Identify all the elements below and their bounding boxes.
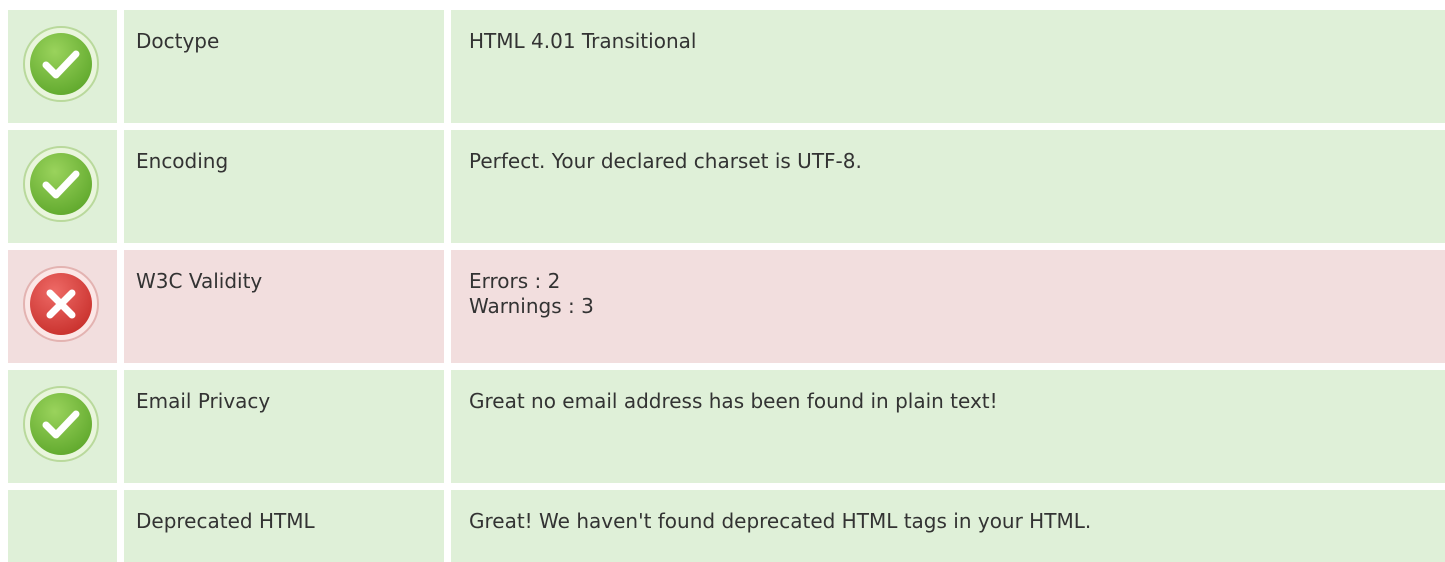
result-row-deprecated-html: Deprecated HTML Great! We haven't found … (8, 490, 1445, 562)
check-name: W3C Validity (136, 269, 263, 293)
check-name-cell: Email Privacy (124, 370, 444, 483)
check-value-cell: Errors : 2 Warnings : 3 (451, 250, 1445, 363)
result-row-email-privacy: Email Privacy Great no email address has… (8, 370, 1445, 483)
result-row-doctype: Doctype HTML 4.01 Transitional (8, 10, 1445, 123)
check-circle-icon (22, 145, 100, 223)
check-name: Deprecated HTML (136, 509, 315, 533)
check-name: Doctype (136, 29, 220, 53)
check-value: Great no email address has been found in… (469, 389, 998, 413)
error-circle-icon (22, 265, 100, 343)
check-value: Great! We haven't found deprecated HTML … (469, 509, 1092, 533)
result-row-w3c-validity: W3C Validity Errors : 2 Warnings : 3 (8, 250, 1445, 363)
check-value-cell: Great! We haven't found deprecated HTML … (451, 490, 1445, 562)
check-value-warnings: Warnings : 3 (469, 294, 594, 318)
check-value: HTML 4.01 Transitional (469, 29, 697, 53)
check-name-cell: W3C Validity (124, 250, 444, 363)
check-name: Encoding (136, 149, 229, 173)
status-cell (8, 250, 117, 363)
check-name-cell: Doctype (124, 10, 444, 123)
check-circle-icon (22, 25, 100, 103)
status-cell (8, 130, 117, 243)
check-value-cell: Great no email address has been found in… (451, 370, 1445, 483)
check-name-cell: Encoding (124, 130, 444, 243)
check-value-errors: Errors : 2 (469, 269, 561, 293)
check-name-cell: Deprecated HTML (124, 490, 444, 562)
status-cell (8, 490, 117, 562)
check-value-cell: Perfect. Your declared charset is UTF-8. (451, 130, 1445, 243)
check-circle-icon (22, 385, 100, 463)
result-row-encoding: Encoding Perfect. Your declared charset … (8, 130, 1445, 243)
check-name: Email Privacy (136, 389, 271, 413)
status-cell (8, 370, 117, 483)
check-value: Perfect. Your declared charset is UTF-8. (469, 149, 862, 173)
status-cell (8, 10, 117, 123)
check-value-cell: HTML 4.01 Transitional (451, 10, 1445, 123)
